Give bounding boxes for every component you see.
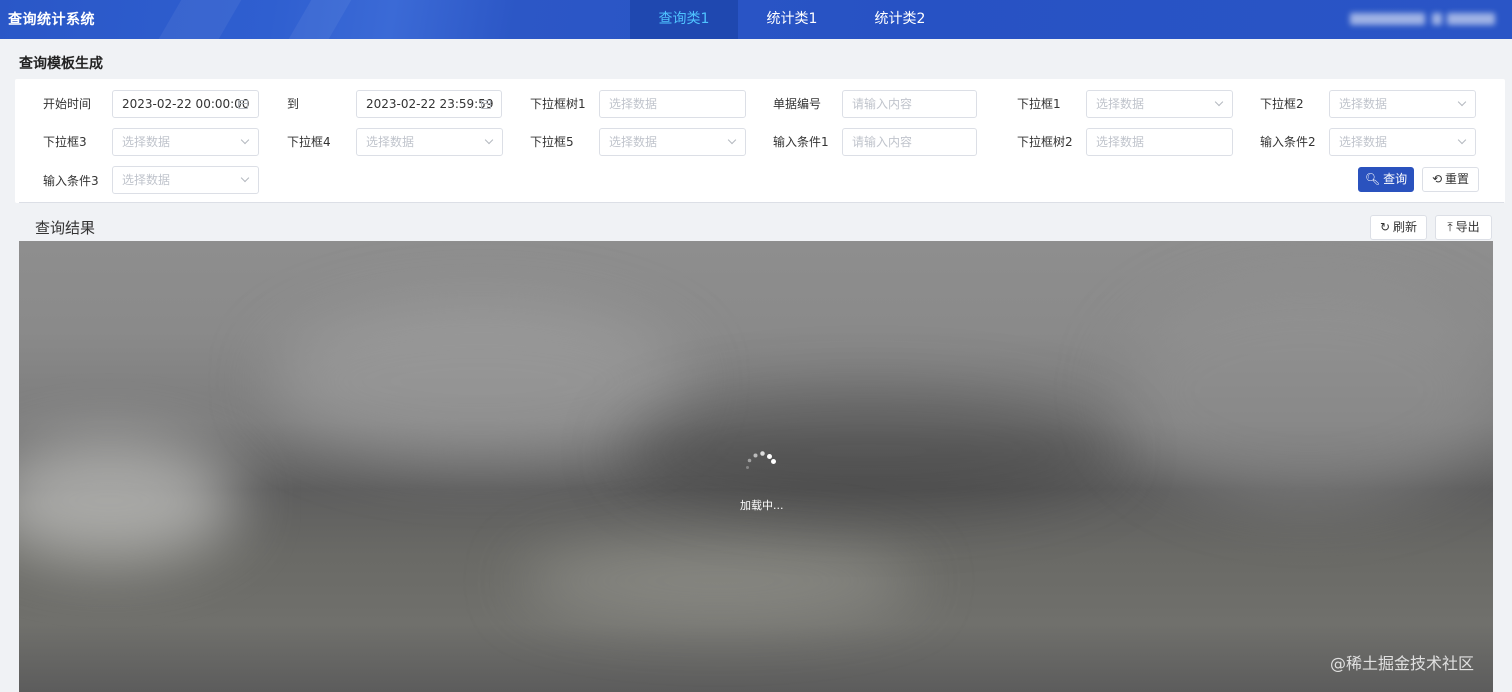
user-info — [1432, 13, 1442, 25]
doc-number-label: 单据编号 — [773, 97, 822, 111]
dropdown-1-placeholder: 选择数据 — [1096, 97, 1145, 111]
nav-tab-stats-2[interactable]: 统计类2 — [846, 0, 954, 39]
dropdown-4[interactable]: 选择数据 — [356, 128, 503, 156]
doc-number-input[interactable]: 请输入内容 — [842, 90, 977, 118]
upload-icon: ⤒ — [1447, 220, 1453, 234]
header-decoration — [288, 0, 352, 39]
dropdown-2-placeholder: 选择数据 — [1339, 97, 1388, 111]
loading-spinner-icon — [741, 449, 781, 475]
condition-3-placeholder: 选择数据 — [122, 173, 171, 187]
tree-select-1[interactable]: 选择数据 — [599, 90, 746, 118]
calendar-icon — [238, 100, 248, 109]
export-button-label: 导出 — [1455, 220, 1480, 234]
background-blur — [19, 441, 239, 561]
search-icon: 🔍︎ — [1364, 172, 1381, 186]
condition-1-placeholder: 请输入内容 — [852, 135, 913, 149]
tree-select-2-placeholder: 选择数据 — [1096, 135, 1145, 149]
search-button[interactable]: 🔍︎ 查询 — [1358, 167, 1414, 192]
loading-text: 加载中... — [740, 499, 784, 512]
condition-3-select[interactable]: 选择数据 — [112, 166, 259, 194]
start-time-picker[interactable]: 2023-02-22 00:00:00 — [112, 90, 259, 118]
condition-2-placeholder: 选择数据 — [1339, 135, 1388, 149]
chevron-down-icon — [240, 173, 250, 183]
dropdown-2[interactable]: 选择数据 — [1329, 90, 1476, 118]
chevron-down-icon — [727, 135, 737, 145]
header-decoration — [158, 0, 242, 39]
background-blur — [619, 391, 1119, 511]
reset-icon: ⟲ — [1431, 172, 1443, 186]
top-navigation-bar: 查询统计系统 查询类1 统计类1 统计类2 — [0, 0, 1512, 39]
nav-tab-query-1[interactable]: 查询类1 — [630, 0, 738, 39]
end-time-label: 到 — [287, 97, 300, 111]
chevron-down-icon — [1457, 97, 1467, 107]
refresh-button[interactable]: ↻ 刷新 — [1370, 215, 1427, 240]
user-info[interactable] — [1350, 13, 1425, 25]
divider — [19, 202, 1504, 203]
chevron-down-icon — [1457, 135, 1467, 145]
dropdown-3-placeholder: 选择数据 — [122, 135, 171, 149]
tree-select-1-placeholder: 选择数据 — [609, 97, 658, 111]
refresh-icon: ↻ — [1379, 220, 1391, 234]
tree-select-2[interactable]: 选择数据 — [1086, 128, 1233, 156]
chevron-down-icon — [484, 135, 494, 145]
end-time-value: 2023-02-22 23:59:59 — [366, 97, 494, 111]
tree-select-1-label: 下拉框树1 — [530, 97, 586, 111]
background-blur — [519, 541, 919, 621]
background-blur — [1119, 281, 1493, 501]
dropdown-5-label: 下拉框5 — [530, 135, 574, 149]
refresh-button-label: 刷新 — [1393, 220, 1418, 234]
app-title: 查询统计系统 — [8, 12, 95, 28]
condition-2-label: 输入条件2 — [1260, 135, 1316, 149]
start-time-value: 2023-02-22 00:00:00 — [122, 97, 250, 111]
search-button-label: 查询 — [1383, 172, 1408, 186]
chevron-down-icon — [240, 135, 250, 145]
reset-button-label: 重置 — [1445, 172, 1470, 186]
condition-1-input[interactable]: 请输入内容 — [842, 128, 977, 156]
tree-select-2-label: 下拉框树2 — [1017, 135, 1073, 149]
dropdown-1[interactable]: 选择数据 — [1086, 90, 1233, 118]
end-time-picker[interactable]: 2023-02-22 23:59:59 — [356, 90, 502, 118]
dropdown-4-placeholder: 选择数据 — [366, 135, 415, 149]
condition-1-label: 输入条件1 — [773, 135, 829, 149]
dropdown-3[interactable]: 选择数据 — [112, 128, 259, 156]
user-info — [1447, 13, 1495, 25]
watermark: @稀土掘金技术社区 — [1330, 654, 1475, 673]
calendar-icon — [481, 100, 491, 109]
condition-3-label: 输入条件3 — [43, 174, 99, 188]
dropdown-2-label: 下拉框2 — [1260, 97, 1304, 111]
reset-button[interactable]: ⟲ 重置 — [1422, 167, 1479, 192]
page-title: 查询模板生成 — [19, 56, 103, 72]
export-button[interactable]: ⤒ 导出 — [1435, 215, 1492, 240]
dropdown-3-label: 下拉框3 — [43, 135, 87, 149]
start-time-label: 开始时间 — [43, 97, 92, 111]
chevron-down-icon — [1214, 97, 1224, 107]
dropdown-1-label: 下拉框1 — [1017, 97, 1061, 111]
dropdown-4-label: 下拉框4 — [287, 135, 331, 149]
doc-number-placeholder: 请输入内容 — [852, 97, 913, 111]
dropdown-5-placeholder: 选择数据 — [609, 135, 658, 149]
results-title: 查询结果 — [35, 219, 96, 237]
condition-2-select[interactable]: 选择数据 — [1329, 128, 1476, 156]
dropdown-5[interactable]: 选择数据 — [599, 128, 746, 156]
nav-tab-stats-1[interactable]: 统计类1 — [738, 0, 846, 39]
